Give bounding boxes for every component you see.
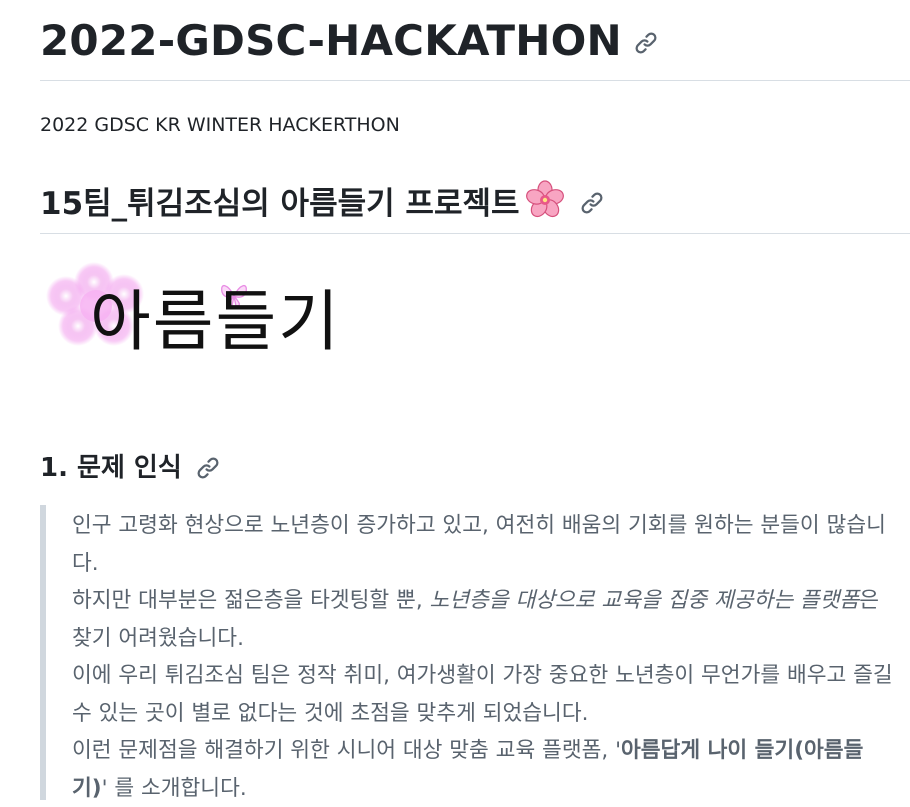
link-icon[interactable] [634,31,658,55]
link-icon[interactable] [196,456,220,480]
quote-line-1: 인구 고령화 현상으로 노년층이 증가하고 있고, 여전히 배움의 기회를 원하… [72,513,886,576]
quote-paragraph: 인구 고령화 현상으로 노년층이 증가하고 있고, 여전히 배움의 기회를 원하… [72,505,898,807]
quote-line-2-before: 하지만 대부분은 젊은층을 타겟팅할 뿐, [72,588,430,613]
project-heading-text: 15팀_튀김조심의 아름들기 프로젝트 [40,185,520,222]
project-logo-image: 아름들기 [40,262,400,372]
project-heading: 15팀_튀김조심의 아름들기 프로젝트 [40,172,604,228]
quote-line-4-after: ' 를 소개합니다. [101,775,247,801]
section-heading: 1. 문제 인식 [40,443,220,487]
cherry-blossom-icon [524,179,566,221]
logo-text: 아름들기 [90,283,341,360]
project-divider [40,233,910,234]
title-heading: 2022-GDSC-HACKATHON [40,12,658,68]
link-icon[interactable] [580,191,604,215]
quote-line-3: 이에 우리 튀김조심 팀은 정작 취미, 여가생활이 가장 중요한 노년층이 무… [72,663,893,726]
quote-line-2-emphasis: 노년층을 대상으로 교육을 집중 제공하는 플랫폼 [429,588,860,613]
problem-blockquote: 인구 고령화 현상으로 노년층이 증가하고 있고, 여전히 배움의 기회를 원하… [40,505,898,801]
page-title: 2022-GDSC-HACKATHON [40,15,622,65]
section-heading-text: 1. 문제 인식 [40,452,182,483]
subtitle-text: 2022 GDSC KR WINTER HACKERTHON [40,114,400,136]
quote-line-4-before: 이런 문제점을 해결하기 위한 시니어 대상 맞춤 교육 플랫폼, ' [72,738,621,763]
title-divider [40,80,910,81]
